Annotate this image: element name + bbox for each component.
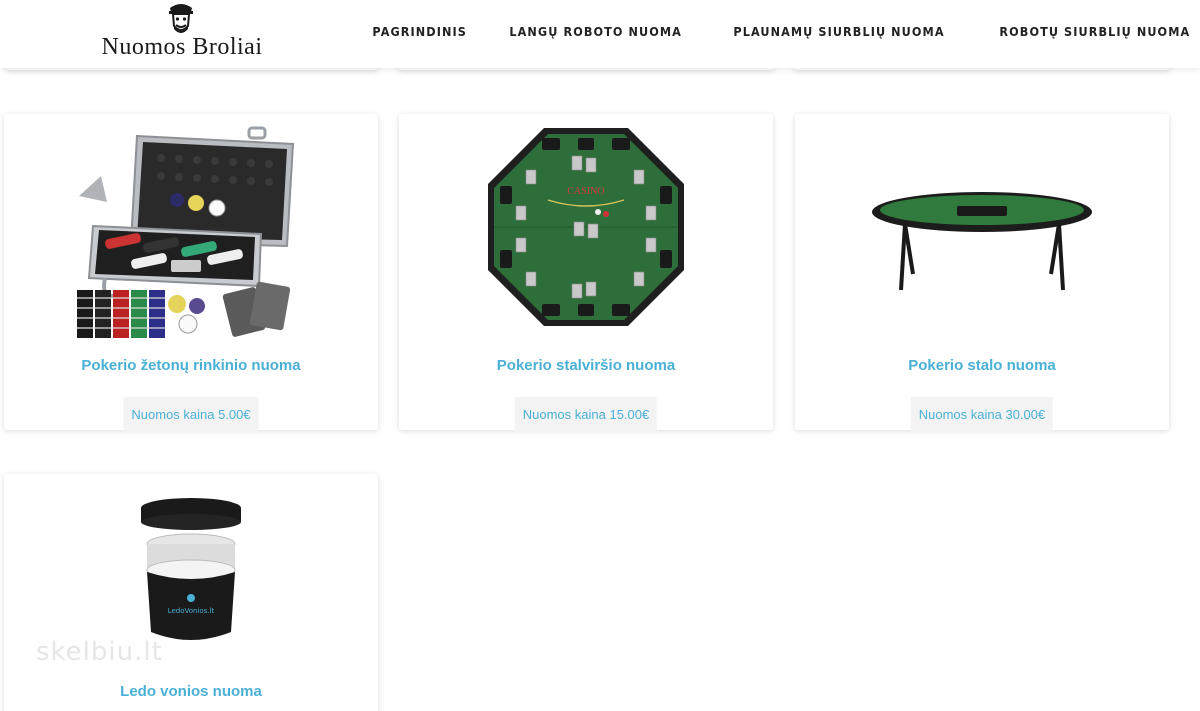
site-logo[interactable]: Nuomos Broliai [72,0,292,66]
product-card[interactable]: LedoVonios.lt Ledo vonios nuoma [4,474,378,711]
site-header: Nuomos Broliai PAGRINDINIS LANGŲ ROBOTO … [0,0,1200,68]
nav-item-window-robot[interactable]: LANGŲ ROBOTO NUOMA [495,24,696,42]
poker-tabletop-image: CASINO [488,128,684,326]
tub-brand-text: LedoVonios.lt [168,607,215,615]
product-title[interactable]: Pokerio žetonų rinkinio nuoma [4,357,378,374]
poker-table-image [872,192,1092,291]
price-label: Nuomos kaina 30.00€ [910,397,1054,432]
product-card[interactable]: Pokerio žetonų rinkinio nuoma Nuomos kai… [4,114,378,432]
poker-chip-set-image [77,126,295,338]
product-title[interactable]: Ledo vonios nuoma [4,683,378,700]
main-nav: PAGRINDINIS LANGŲ ROBOTO NUOMA PLAUNAMŲ … [358,24,1200,42]
nav-item-home[interactable]: PAGRINDINIS [358,24,481,42]
product-title[interactable]: Pokerio stalo nuoma [795,357,1169,374]
product-card[interactable]: Pokerio stalo nuoma Nuomos kaina 30.00€ [795,114,1169,432]
price-label: Nuomos kaina 15.00€ [514,397,658,432]
ice-bath-image: LedoVonios.lt [141,498,241,640]
product-card[interactable]: CASINO Pokerio stalviršio nuoma Nuomos k… [399,114,773,432]
casino-text: CASINO [567,186,604,197]
logo-face-icon [169,4,193,33]
price-label: Nuomos kaina 5.00€ [123,397,259,432]
watermark: skelbiu.lt [36,637,163,667]
nav-item-robot-vacuum[interactable]: ROBOTŲ SIURBLIŲ NUOMA [985,24,1200,42]
product-title[interactable]: Pokerio stalviršio nuoma [399,357,773,374]
nav-item-wash-vacuum[interactable]: PLAUNAMŲ SIURBLIŲ NUOMA [719,24,959,42]
logo-text: Nuomos Broliai [101,34,263,60]
